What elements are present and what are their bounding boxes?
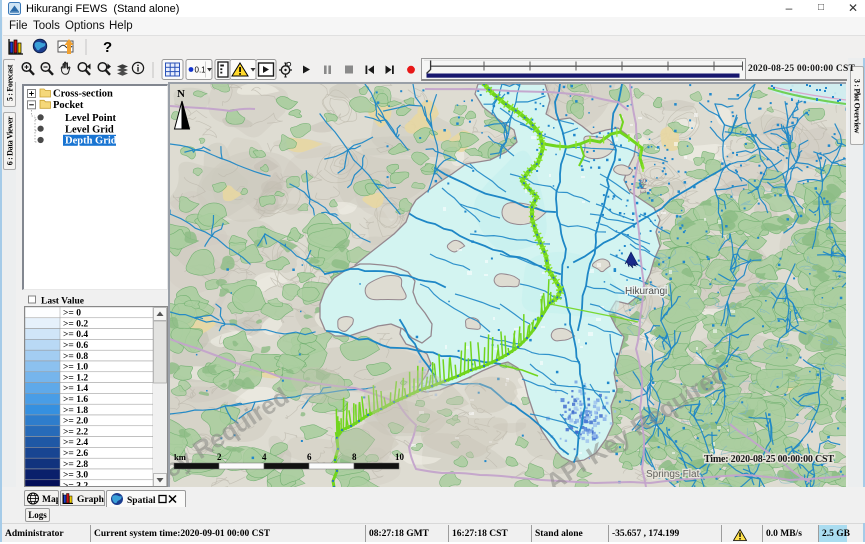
svg-text:>= 0.2: >= 0.2 (63, 319, 88, 329)
svg-text:0.1: 0.1 (195, 66, 207, 75)
svg-text:>= 2.8: >= 2.8 (63, 460, 88, 470)
svg-text:Pocket: Pocket (53, 100, 84, 111)
svg-text:>= 0: >= 0 (63, 309, 81, 319)
svg-text:>= 0.4: >= 0.4 (63, 330, 88, 340)
svg-text:>= 2.2: >= 2.2 (63, 427, 88, 437)
svg-text:Springs Flat: Springs Flat (646, 469, 700, 480)
svg-text:>= 3.0: >= 3.0 (63, 471, 88, 481)
svg-text:10: 10 (395, 452, 405, 462)
svg-text:SH1: SH1 (638, 178, 649, 195)
svg-text:>= 1.6: >= 1.6 (63, 395, 88, 405)
svg-text:Spatial: Spatial (127, 496, 156, 506)
svg-text:Level Point: Level Point (65, 113, 117, 124)
svg-text:Level Grid: Level Grid (65, 124, 114, 135)
svg-text:Cross-section: Cross-section (53, 89, 113, 100)
svg-text:Map: Map (42, 495, 58, 505)
svg-text:?: ? (103, 39, 112, 56)
svg-text:>= 2.0: >= 2.0 (63, 417, 88, 427)
svg-text:Depth Grid: Depth Grid (65, 136, 117, 147)
svg-text:>= 0.8: >= 0.8 (63, 352, 88, 362)
svg-text:>= 2.4: >= 2.4 (63, 438, 88, 448)
svg-text:6: 6 (307, 452, 312, 462)
svg-text:Time: 2020-08-25 00:00:00 CST: Time: 2020-08-25 00:00:00 CST (704, 454, 834, 465)
svg-text:Graph: Graph (77, 495, 104, 505)
svg-text:8: 8 (352, 452, 357, 462)
svg-text:4: 4 (262, 452, 267, 462)
svg-text:>= 2.6: >= 2.6 (63, 449, 88, 459)
svg-text:2: 2 (217, 452, 222, 462)
svg-text:>= 1.4: >= 1.4 (63, 384, 88, 394)
svg-text:N: N (177, 88, 185, 100)
svg-text:Last Value: Last Value (41, 297, 84, 307)
svg-text:>= 0.6: >= 0.6 (63, 341, 88, 351)
svg-text:>= 1.8: >= 1.8 (63, 406, 88, 416)
svg-text:>= 1.2: >= 1.2 (63, 373, 88, 383)
svg-text:km: km (174, 452, 186, 462)
svg-text:>= 1.0: >= 1.0 (63, 363, 88, 373)
svg-text:Hikurangi: Hikurangi (625, 286, 667, 297)
